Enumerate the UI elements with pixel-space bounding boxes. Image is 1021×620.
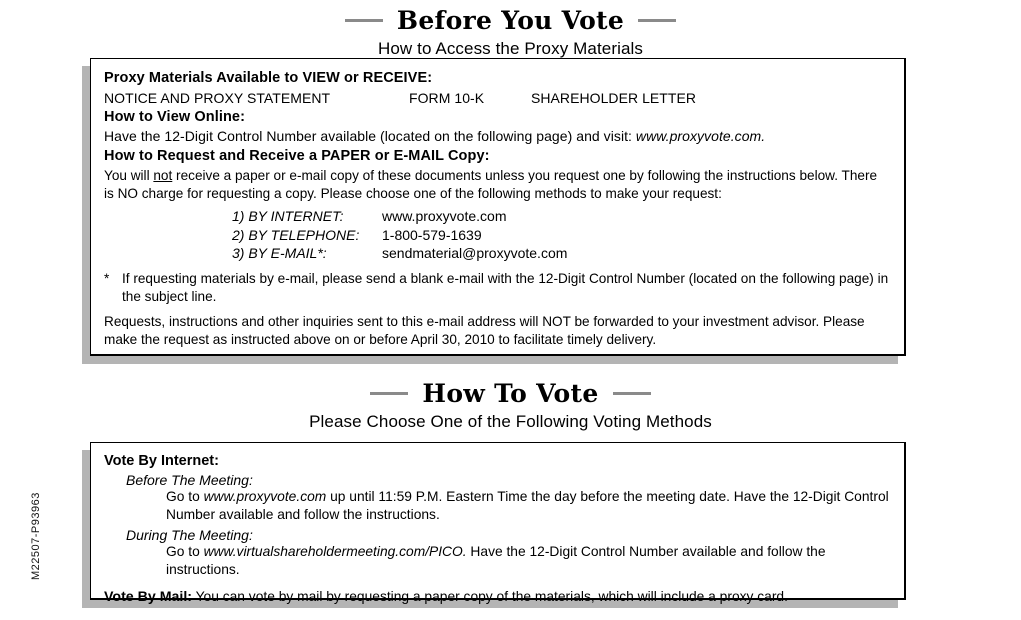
method-value-internet[interactable]: www.proxyvote.com bbox=[382, 207, 506, 225]
request-paragraph-rest: receive a paper or e-mail copy of these … bbox=[104, 167, 878, 201]
voting-methods-box-border: Vote By Internet: Before The Meeting: Go… bbox=[90, 442, 906, 605]
dash-left-icon bbox=[370, 392, 409, 395]
proxyvote-url-link[interactable]: www.proxyvote.com bbox=[204, 489, 327, 504]
section1-title: Before You Vote bbox=[396, 6, 625, 35]
request-method-row: 3) BY E-MAIL*: sendmaterial@proxyvote.co… bbox=[232, 244, 890, 262]
section2-title: How To Vote bbox=[422, 379, 599, 408]
vote-by-internet-heading: Vote By Internet: bbox=[104, 453, 219, 469]
dash-right-icon bbox=[612, 392, 651, 395]
before-the-meeting-text: Go to www.proxyvote.com up until 11:59 P… bbox=[166, 488, 890, 524]
view-online-heading: How to View Online: bbox=[104, 109, 246, 126]
document-list: NOTICE AND PROXY STATEMENT FORM 10-K SHA… bbox=[104, 90, 890, 106]
section-how-to-vote-heading: How To Vote Please Choose One of the Fol… bbox=[0, 379, 1021, 432]
job-code-label: M22507-P93963 bbox=[30, 492, 42, 580]
vote-by-mail-label: Vote By Mail: bbox=[104, 588, 193, 605]
view-online-text: Have the 12-Digit Control Number availab… bbox=[104, 127, 890, 145]
proxy-notice-page: M22507-P93963 Before You Vote How to Acc… bbox=[0, 0, 1021, 620]
request-method-row: 1) BY INTERNET: www.proxyvote.com bbox=[232, 207, 890, 225]
proxyvote-url-link[interactable]: www.proxyvote.com. bbox=[636, 128, 765, 144]
heading-line: How To Vote bbox=[0, 379, 1021, 408]
email-footnote: * If requesting materials by e-mail, ple… bbox=[104, 270, 890, 306]
proxy-materials-box: Proxy Materials Available to VIEW or REC… bbox=[82, 58, 906, 364]
before-the-meeting-label: Before The Meeting: bbox=[126, 472, 253, 488]
request-methods-list: 1) BY INTERNET: www.proxyvote.com 2) BY … bbox=[232, 207, 890, 262]
request-method-row: 2) BY TELEPHONE: 1-800-579-1639 bbox=[232, 226, 890, 244]
section-before-you-vote-heading: Before You Vote How to Access the Proxy … bbox=[0, 6, 1021, 59]
document-item: FORM 10-K bbox=[409, 90, 485, 107]
method-label: 2) BY TELEPHONE: bbox=[232, 226, 360, 243]
dash-left-icon bbox=[344, 19, 383, 22]
view-online-text-lead: Have the 12-Digit Control Number availab… bbox=[104, 128, 636, 145]
document-item: NOTICE AND PROXY STATEMENT bbox=[104, 90, 331, 107]
during-meeting-lead: Go to bbox=[166, 543, 204, 559]
vote-by-mail-row: Vote By Mail: You can vote by mail by re… bbox=[104, 588, 890, 606]
voting-methods-content: Vote By Internet: Before The Meeting: Go… bbox=[91, 443, 904, 616]
vote-by-mail-text: You can vote by mail by requesting a pap… bbox=[192, 588, 788, 604]
footnote-marker: * bbox=[104, 270, 110, 286]
request-paragraph: You will not receive a paper or e-mail c… bbox=[104, 167, 890, 203]
during-the-meeting-text: Go to www.virtualshareholdermeeting.com/… bbox=[166, 543, 890, 579]
during-the-meeting-label: During The Meeting: bbox=[126, 526, 253, 543]
document-item: SHAREHOLDER LETTER bbox=[531, 90, 697, 107]
proxy-materials-content: Proxy Materials Available to VIEW or REC… bbox=[91, 59, 904, 358]
voting-methods-box: Vote By Internet: Before The Meeting: Go… bbox=[82, 442, 906, 608]
virtual-meeting-url-link[interactable]: www.virtualshareholdermeeting.com/PICO. bbox=[204, 544, 467, 559]
request-paragraph-lead: You will bbox=[104, 167, 154, 183]
available-heading: Proxy Materials Available to VIEW or REC… bbox=[104, 70, 433, 86]
request-heading: How to Request and Receive a PAPER or E-… bbox=[104, 148, 490, 165]
section1-subtitle: How to Access the Proxy Materials bbox=[377, 39, 643, 58]
method-value-telephone[interactable]: 1-800-579-1639 bbox=[382, 226, 482, 244]
method-label: 1) BY INTERNET: bbox=[232, 208, 344, 225]
closing-paragraph: Requests, instructions and other inquiri… bbox=[104, 313, 865, 347]
section2-subtitle: Please Choose One of the Following Votin… bbox=[309, 412, 712, 431]
method-label: 3) BY E-MAIL*: bbox=[232, 245, 327, 262]
before-meeting-lead: Go to bbox=[166, 489, 204, 504]
heading-line: Before You Vote bbox=[0, 6, 1021, 35]
request-paragraph-not: not bbox=[153, 167, 173, 183]
dash-right-icon bbox=[638, 19, 677, 22]
footnote-text: If requesting materials by e-mail, pleas… bbox=[122, 270, 889, 304]
proxy-materials-box-border: Proxy Materials Available to VIEW or REC… bbox=[90, 58, 906, 356]
method-value-email[interactable]: sendmaterial@proxyvote.com bbox=[382, 244, 567, 262]
